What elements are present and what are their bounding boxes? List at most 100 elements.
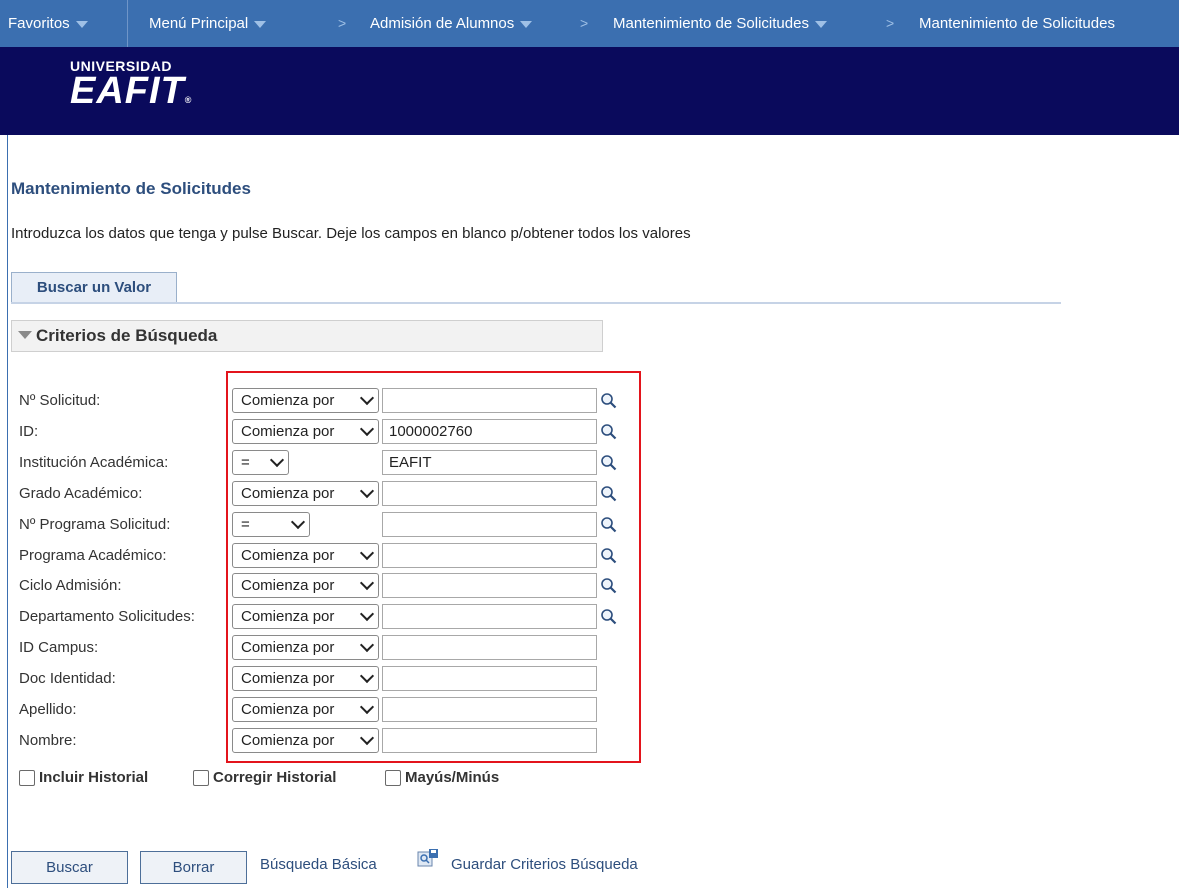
magnifier-lookup-icon[interactable] bbox=[600, 392, 617, 409]
breadcrumb-separator: > bbox=[338, 15, 347, 31]
field-input[interactable] bbox=[382, 697, 597, 722]
operator-value: Comienza por bbox=[241, 701, 335, 718]
page-border bbox=[7, 135, 8, 888]
operator-select[interactable]: Comienza por bbox=[232, 666, 379, 691]
case-sensitive-label: Mayús/Minús bbox=[405, 769, 500, 786]
tab-buscar-un-valor[interactable]: Buscar un Valor bbox=[11, 272, 177, 303]
breadcrumb-admisión[interactable]: Admisión de Alumnos bbox=[370, 15, 533, 32]
registered-mark: ® bbox=[184, 95, 193, 105]
breadcrumb-separator: > bbox=[580, 15, 589, 31]
operator-select[interactable]: = bbox=[232, 512, 310, 537]
basic-search-link[interactable]: Búsqueda Básica bbox=[260, 856, 377, 873]
chevron-down-icon bbox=[359, 390, 375, 406]
correct-history-checkbox[interactable]: Corregir Historial bbox=[193, 769, 336, 786]
chevron-down-icon bbox=[75, 21, 88, 28]
operator-value: = bbox=[241, 454, 250, 471]
field-label: Programa Académico: bbox=[19, 547, 167, 564]
field-label: Grado Académico: bbox=[19, 485, 143, 502]
chevron-down-icon bbox=[814, 21, 827, 28]
nav-divider bbox=[127, 0, 128, 47]
breadcrumb-mantenimiento[interactable]: Mantenimiento de Solicitudes bbox=[613, 15, 827, 32]
logo-wordmark: EAFIT bbox=[70, 70, 185, 112]
save-criteria-link[interactable]: Guardar Criterios Búsqueda bbox=[451, 856, 638, 873]
chevron-down-icon bbox=[359, 483, 375, 499]
section-title: Criterios de Búsqueda bbox=[36, 326, 218, 345]
field-label: ID: bbox=[19, 423, 39, 440]
field-input[interactable] bbox=[382, 481, 597, 506]
chevron-down-icon bbox=[254, 21, 267, 28]
favorites-label: Favoritos bbox=[8, 15, 70, 32]
field-input[interactable] bbox=[382, 388, 597, 413]
field-input[interactable] bbox=[382, 512, 597, 537]
operator-select[interactable]: Comienza por bbox=[232, 543, 379, 568]
field-input[interactable]: EAFIT bbox=[382, 450, 597, 475]
operator-select[interactable]: Comienza por bbox=[232, 573, 379, 598]
save-search-icon[interactable] bbox=[417, 848, 439, 868]
logo-line2: EAFIT® bbox=[70, 72, 193, 117]
chevron-down-icon bbox=[359, 575, 375, 591]
field-label: Doc Identidad: bbox=[19, 670, 116, 687]
operator-value: Comienza por bbox=[241, 423, 335, 440]
operator-value: Comienza por bbox=[241, 547, 335, 564]
field-input[interactable] bbox=[382, 635, 597, 660]
collapse-arrow-icon bbox=[18, 331, 32, 340]
field-input[interactable] bbox=[382, 573, 597, 598]
operator-select[interactable]: Comienza por bbox=[232, 604, 379, 629]
operator-select[interactable]: Comienza por bbox=[232, 635, 379, 660]
search-criteria-header[interactable]: Criterios de Búsqueda bbox=[11, 320, 603, 352]
checkbox-box[interactable] bbox=[19, 769, 35, 786]
magnifier-lookup-icon[interactable] bbox=[600, 454, 617, 471]
field-input[interactable] bbox=[382, 728, 597, 753]
chevron-down-icon bbox=[359, 637, 375, 653]
breadcrumb-label: Admisión de Alumnos bbox=[370, 15, 515, 32]
magnifier-lookup-icon[interactable] bbox=[600, 577, 617, 594]
breadcrumb-label: Mantenimiento de Solicitudes bbox=[613, 15, 809, 32]
checkbox-box[interactable] bbox=[385, 769, 401, 786]
chevron-down-icon bbox=[359, 668, 375, 684]
operator-value: = bbox=[241, 516, 250, 533]
include-history-label: Incluir Historial bbox=[39, 769, 149, 786]
field-label: Nombre: bbox=[19, 732, 77, 749]
instructions-text: Introduzca los datos que tenga y pulse B… bbox=[11, 225, 691, 242]
chevron-down-icon bbox=[520, 21, 533, 28]
magnifier-lookup-icon[interactable] bbox=[600, 423, 617, 440]
operator-select[interactable]: Comienza por bbox=[232, 481, 379, 506]
field-label: Apellido: bbox=[19, 701, 77, 718]
field-input[interactable]: 1000002760 bbox=[382, 419, 597, 444]
operator-select[interactable]: = bbox=[232, 450, 289, 475]
chevron-down-icon bbox=[359, 421, 375, 437]
operator-value: Comienza por bbox=[241, 608, 335, 625]
operator-value: Comienza por bbox=[241, 577, 335, 594]
magnifier-lookup-icon[interactable] bbox=[600, 608, 617, 625]
operator-value: Comienza por bbox=[241, 670, 335, 687]
chevron-down-icon bbox=[359, 730, 375, 746]
main-menu[interactable]: Menú Principal bbox=[149, 15, 267, 32]
field-label: Nº Solicitud: bbox=[19, 392, 101, 409]
chevron-down-icon bbox=[290, 514, 306, 530]
operator-select[interactable]: Comienza por bbox=[232, 388, 379, 413]
case-sensitive-checkbox[interactable]: Mayús/Minús bbox=[385, 769, 499, 786]
checkbox-box[interactable] bbox=[193, 769, 209, 786]
field-input[interactable] bbox=[382, 604, 597, 629]
field-input[interactable] bbox=[382, 666, 597, 691]
clear-button[interactable]: Borrar bbox=[140, 851, 247, 884]
chevron-down-icon bbox=[269, 452, 285, 468]
page-title: Mantenimiento de Solicitudes bbox=[11, 179, 251, 198]
magnifier-lookup-icon[interactable] bbox=[600, 516, 617, 533]
operator-select[interactable]: Comienza por bbox=[232, 728, 379, 753]
field-label: Institución Académica: bbox=[19, 454, 169, 471]
breadcrumb-separator: > bbox=[886, 15, 895, 31]
operator-value: Comienza por bbox=[241, 485, 335, 502]
favorites-menu[interactable]: Favoritos bbox=[8, 15, 88, 32]
search-button[interactable]: Buscar bbox=[11, 851, 128, 884]
field-label: Departamento Solicitudes: bbox=[19, 608, 195, 625]
field-input[interactable] bbox=[382, 543, 597, 568]
main-menu-label: Menú Principal bbox=[149, 15, 249, 32]
correct-history-label: Corregir Historial bbox=[213, 769, 337, 786]
include-history-checkbox[interactable]: Incluir Historial bbox=[19, 769, 148, 786]
operator-select[interactable]: Comienza por bbox=[232, 697, 379, 722]
magnifier-lookup-icon[interactable] bbox=[600, 547, 617, 564]
magnifier-lookup-icon[interactable] bbox=[600, 485, 617, 502]
operator-value: Comienza por bbox=[241, 639, 335, 656]
operator-select[interactable]: Comienza por bbox=[232, 419, 379, 444]
